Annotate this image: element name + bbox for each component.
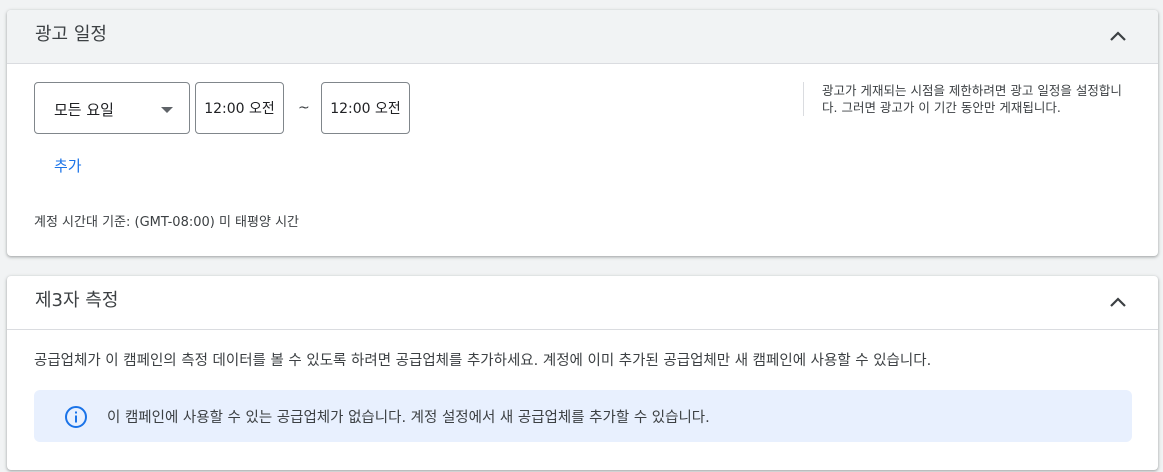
timezone-text: 계정 시간대 기준: (GMT-08:00) 미 태평양 시간 <box>34 215 299 230</box>
info-banner: 이 캠페인에 사용할 수 있는 공급업체가 없습니다. 계정 설정에서 새 공급… <box>34 390 1132 442</box>
ad-schedule-help-text: 광고가 게재되는 시점을 제한하려면 광고 일정을 설정합니다. 그러면 광고가… <box>803 82 1133 116</box>
ad-schedule-header[interactable]: 광고 일정 <box>7 10 1158 64</box>
day-select[interactable]: 모든 요일 <box>34 82 190 134</box>
caret-down-icon <box>161 107 173 113</box>
time-separator: ~ <box>298 100 310 116</box>
info-icon <box>65 406 87 428</box>
third-party-description: 공급업체가 이 캠페인의 측정 데이터를 볼 수 있도록 하려면 공급업체를 추… <box>34 353 932 369</box>
day-select-value: 모든 요일 <box>54 101 114 119</box>
start-time-field[interactable]: 12:00 오전 <box>195 82 284 134</box>
chevron-up-icon <box>1110 297 1126 307</box>
chevron-up-icon <box>1110 31 1126 41</box>
third-party-measurement-card: 제3자 측정 공급업체가 이 캠페인의 측정 데이터를 볼 수 있도록 하려면 … <box>7 276 1158 470</box>
third-party-title: 제3자 측정 <box>35 290 119 311</box>
add-schedule-link[interactable]: 추가 <box>54 155 82 176</box>
ad-schedule-title: 광고 일정 <box>35 24 107 45</box>
third-party-header[interactable]: 제3자 측정 <box>7 276 1158 330</box>
info-banner-message: 이 캠페인에 사용할 수 있는 공급업체가 없습니다. 계정 설정에서 새 공급… <box>107 410 710 426</box>
end-time-field[interactable]: 12:00 오전 <box>321 82 410 134</box>
ad-schedule-card: 광고 일정 모든 요일 12:00 오전 ~ 12:00 오전 추가 계정 시간… <box>7 10 1158 256</box>
third-party-collapse-button[interactable] <box>1106 291 1130 315</box>
ad-schedule-collapse-button[interactable] <box>1106 25 1130 49</box>
